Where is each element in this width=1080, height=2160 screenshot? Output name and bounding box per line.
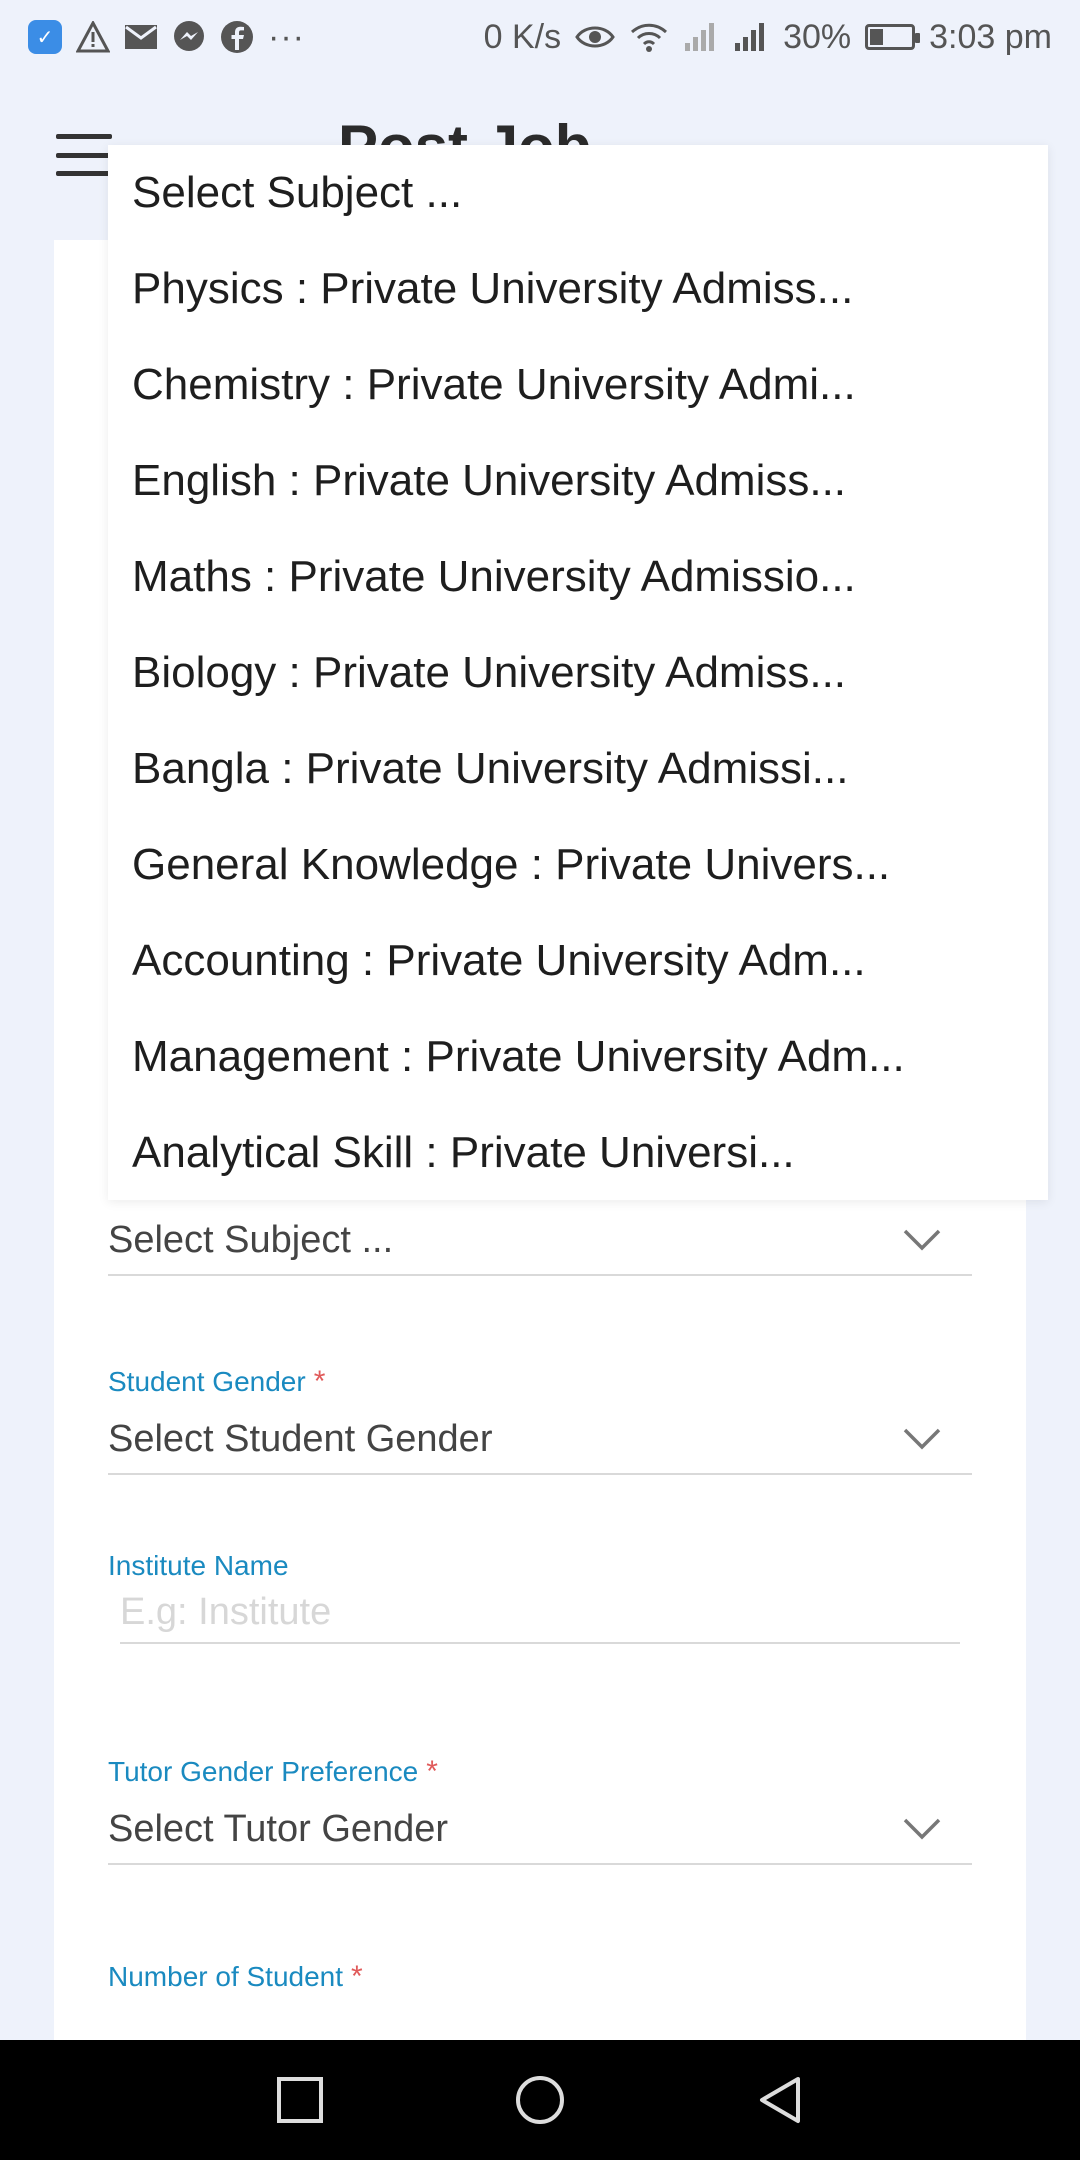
student-gender-select-value: Select Student Gender bbox=[108, 1417, 493, 1460]
institute-field: Institute Name bbox=[108, 1550, 972, 1644]
back-triangle-icon[interactable] bbox=[754, 2074, 806, 2126]
institute-input[interactable] bbox=[120, 1582, 960, 1644]
institute-label: Institute Name bbox=[108, 1550, 289, 1581]
required-marker: * bbox=[313, 1365, 326, 1398]
student-gender-field: Student Gender * Select Student Gender bbox=[108, 1365, 972, 1475]
subject-select-value: Select Subject ... bbox=[108, 1218, 394, 1261]
required-marker: * bbox=[426, 1755, 438, 1788]
dropdown-option[interactable]: Physics : Private University Admiss... bbox=[108, 241, 1048, 337]
status-bar: ✓ ··· 0 K/s 30% 3:03 pm bbox=[0, 0, 1080, 74]
number-of-student-label: Number of Student bbox=[108, 1961, 344, 1992]
dropdown-option[interactable]: Accounting : Private University Adm... bbox=[108, 913, 1048, 1009]
status-right-icons: 0 K/s 30% 3:03 pm bbox=[484, 18, 1052, 57]
shield-icon: ✓ bbox=[28, 20, 62, 54]
tutor-gender-field: Tutor Gender Preference * Select Tutor G… bbox=[108, 1755, 972, 1865]
battery-percent: 30% bbox=[783, 17, 852, 56]
facebook-icon bbox=[220, 20, 254, 54]
tutor-gender-select[interactable]: Select Tutor Gender bbox=[108, 1795, 972, 1865]
mail-icon bbox=[124, 24, 158, 50]
battery-icon bbox=[865, 24, 921, 50]
status-left-icons: ✓ ··· bbox=[28, 18, 305, 57]
chevron-down-icon bbox=[902, 1427, 942, 1451]
dropdown-option[interactable]: Chemistry : Private University Admi... bbox=[108, 337, 1048, 433]
net-speed: 0 K/s bbox=[483, 17, 562, 56]
hamburger-menu-icon[interactable] bbox=[56, 134, 112, 176]
subject-field: Select Subject ... bbox=[108, 1200, 972, 1276]
chevron-down-icon bbox=[902, 1228, 942, 1252]
student-gender-select[interactable]: Select Student Gender bbox=[108, 1405, 972, 1475]
clock: 3:03 pm bbox=[929, 17, 1052, 56]
messenger-icon bbox=[172, 20, 206, 54]
tutor-gender-label: Tutor Gender Preference bbox=[108, 1756, 419, 1787]
wifi-icon bbox=[629, 21, 669, 53]
required-marker: * bbox=[351, 1960, 363, 1993]
eye-icon bbox=[575, 23, 615, 51]
home-circle-icon[interactable] bbox=[514, 2074, 566, 2126]
tutor-gender-select-value: Select Tutor Gender bbox=[108, 1807, 449, 1850]
dropdown-option[interactable]: Biology : Private University Admiss... bbox=[108, 625, 1048, 721]
signal-icon-2 bbox=[733, 21, 769, 53]
dropdown-option[interactable]: General Knowledge : Private Univers... bbox=[108, 817, 1048, 913]
subject-select[interactable]: Select Subject ... bbox=[108, 1206, 972, 1276]
dropdown-option[interactable]: Select Subject ... bbox=[108, 145, 1048, 241]
dropdown-option[interactable]: Analytical Skill : Private Universi... bbox=[108, 1105, 1048, 1201]
warning-icon bbox=[76, 21, 110, 53]
subject-dropdown-menu: Select Subject ... Physics : Private Uni… bbox=[108, 145, 1048, 1200]
dropdown-option[interactable]: Bangla : Private University Admissi... bbox=[108, 721, 1048, 817]
recents-square-icon[interactable] bbox=[274, 2074, 326, 2126]
system-nav-bar bbox=[0, 2040, 1080, 2160]
signal-icon-1 bbox=[683, 21, 719, 53]
number-of-student-field: Number of Student * bbox=[108, 1960, 972, 1994]
dropdown-option[interactable]: Maths : Private University Admissio... bbox=[108, 529, 1048, 625]
dropdown-option[interactable]: English : Private University Admiss... bbox=[108, 433, 1048, 529]
chevron-down-icon bbox=[902, 1817, 942, 1841]
more-notifications-indicator: ··· bbox=[268, 17, 305, 56]
dropdown-option[interactable]: Management : Private University Adm... bbox=[108, 1009, 1048, 1105]
student-gender-label: Student Gender bbox=[108, 1366, 306, 1397]
